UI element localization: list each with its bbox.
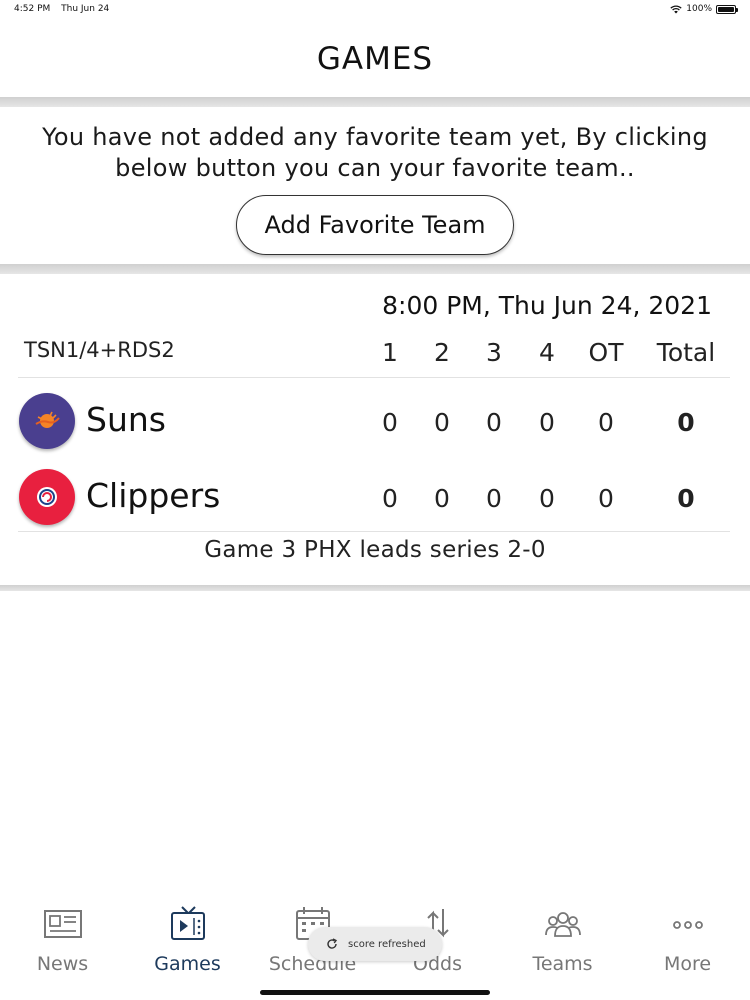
tab-label: News bbox=[36, 953, 89, 975]
tab-news[interactable]: News bbox=[0, 895, 125, 985]
score-header-row: TSN1/4+RDS2 1 2 3 4 OT Total bbox=[18, 338, 730, 378]
status-date: Thu Jun 24 bbox=[61, 4, 110, 14]
tab-label: Teams bbox=[532, 953, 593, 975]
tab-label: More bbox=[663, 953, 712, 975]
tab-games[interactable]: Games bbox=[125, 895, 250, 985]
tab-teams[interactable]: Teams bbox=[500, 895, 625, 985]
refresh-icon bbox=[327, 938, 338, 949]
tab-more[interactable]: More bbox=[625, 895, 750, 985]
tab-label: Games bbox=[154, 953, 221, 975]
score-cell: 0 bbox=[382, 408, 398, 437]
home-indicator[interactable] bbox=[260, 990, 490, 995]
column-header: OT bbox=[588, 338, 624, 367]
favorite-team-section: You have not added any favorite team yet… bbox=[0, 106, 750, 262]
clippers-logo-icon bbox=[19, 469, 75, 525]
tv-icon bbox=[171, 906, 205, 940]
team-name: Suns bbox=[86, 400, 166, 439]
score-cell: 0 bbox=[539, 484, 555, 513]
team-row[interactable]: Clippers 0 0 0 0 0 0 bbox=[18, 466, 730, 534]
total-score: 0 bbox=[677, 484, 695, 513]
wifi-icon bbox=[670, 4, 682, 13]
score-cell: 0 bbox=[598, 484, 614, 513]
tv-network: TSN1/4+RDS2 bbox=[24, 338, 175, 362]
battery-percent: 100% bbox=[686, 4, 712, 14]
page-header: GAMES bbox=[0, 20, 750, 98]
favorite-team-message: You have not added any favorite team yet… bbox=[42, 123, 708, 182]
add-favorite-team-button[interactable]: Add Favorite Team bbox=[236, 195, 514, 255]
score-refreshed-toast: score refreshed bbox=[308, 927, 442, 961]
game-time: 8:00 PM, Thu Jun 24, 2021 bbox=[382, 291, 712, 320]
column-header: 4 bbox=[539, 338, 555, 367]
score-cell: 0 bbox=[434, 484, 450, 513]
battery-icon bbox=[716, 4, 738, 14]
score-cell: 0 bbox=[598, 408, 614, 437]
column-header: 2 bbox=[434, 338, 450, 367]
score-cell: 0 bbox=[486, 484, 502, 513]
team-row[interactable]: Suns 0 0 0 0 0 0 bbox=[18, 390, 730, 458]
column-header: 1 bbox=[382, 338, 398, 367]
status-bar: 4:52 PM Thu Jun 24 100% bbox=[0, 0, 750, 20]
page-title: GAMES bbox=[316, 41, 434, 77]
status-time: 4:52 PM bbox=[14, 4, 51, 14]
divider bbox=[18, 531, 730, 532]
section-separator bbox=[0, 585, 750, 591]
people-icon bbox=[545, 912, 581, 937]
series-note: Game 3 PHX leads series 2-0 bbox=[204, 537, 546, 563]
suns-logo-icon bbox=[19, 393, 75, 449]
score-cell: 0 bbox=[434, 408, 450, 437]
total-score: 0 bbox=[677, 408, 695, 437]
newspaper-icon bbox=[44, 910, 82, 938]
team-name: Clippers bbox=[86, 476, 221, 515]
score-cell: 0 bbox=[539, 408, 555, 437]
score-cell: 0 bbox=[486, 408, 502, 437]
column-header: Total bbox=[656, 338, 716, 367]
toast-text: score refreshed bbox=[348, 938, 426, 950]
more-dots-icon bbox=[673, 921, 703, 929]
score-cell: 0 bbox=[382, 484, 398, 513]
column-header: 3 bbox=[486, 338, 502, 367]
game-card[interactable]: 8:00 PM, Thu Jun 24, 2021 TSN1/4+RDS2 1 … bbox=[0, 275, 750, 585]
section-separator bbox=[0, 264, 750, 274]
